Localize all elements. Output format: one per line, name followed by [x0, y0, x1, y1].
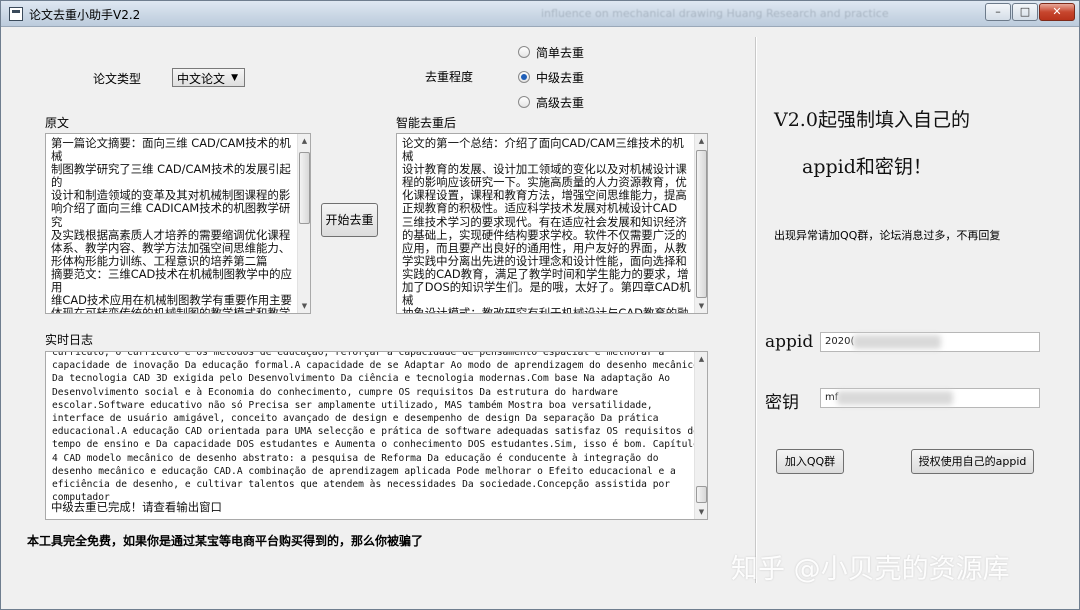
- radio-checked-icon: [518, 71, 530, 83]
- scroll-down-icon[interactable]: ▼: [696, 300, 707, 312]
- original-scrollbar[interactable]: ▲ ▼: [297, 134, 310, 313]
- redacted-blur: [853, 335, 941, 349]
- redacted-blur: [837, 391, 953, 405]
- headline-line-2: appid和密钥！: [802, 156, 932, 178]
- scroll-thumb[interactable]: [299, 152, 310, 224]
- join-qq-button[interactable]: 加入QQ群: [776, 449, 844, 474]
- log-text: currículo, o currículo e os métodos de e…: [52, 351, 699, 504]
- scroll-down-icon[interactable]: ▼: [299, 300, 310, 312]
- scroll-down-icon[interactable]: ▼: [696, 506, 707, 518]
- log-label: 实时日志: [45, 333, 94, 347]
- original-text: 第一篇论文摘要：面向三维 CAD/CAM技术的机械 制图教学研究了三维 CAD/…: [51, 136, 292, 314]
- radio-advanced-label: 高级去重: [536, 95, 585, 110]
- headline-line-1: V2.0起强制填入自己的: [774, 109, 970, 131]
- original-textarea[interactable]: 第一篇论文摘要：面向三维 CAD/CAM技术的机械 制图教学研究了三维 CAD/…: [45, 133, 311, 314]
- scroll-thumb[interactable]: [696, 150, 707, 298]
- appid-label: appid: [765, 332, 814, 352]
- dedup-level-label: 去重程度: [425, 70, 474, 84]
- smart-scrollbar[interactable]: ▲ ▼: [694, 134, 707, 313]
- radio-medium[interactable]: 中级去重: [518, 68, 584, 86]
- smart-label: 智能去重后: [396, 116, 457, 130]
- appid-value: 2020(: [825, 336, 855, 347]
- log-scrollbar[interactable]: ▲ ▼: [694, 352, 707, 519]
- start-dedup-button[interactable]: 开始去重: [321, 203, 378, 237]
- window-title: 论文去重小助手V2.2: [29, 8, 141, 22]
- radio-icon: [518, 46, 530, 58]
- paper-type-label: 论文类型: [93, 72, 142, 86]
- maximize-button[interactable]: □: [1012, 3, 1038, 21]
- paper-type-select[interactable]: 中文论文 ▼: [172, 68, 245, 87]
- app-icon: [9, 7, 23, 21]
- radio-simple-label: 简单去重: [536, 45, 585, 60]
- smart-textarea[interactable]: 论文的第一个总结：介绍了面向CAD/CAM三维技术的机械 设计教育的发展、设计加…: [396, 133, 708, 314]
- original-label: 原文: [45, 116, 70, 130]
- background-blur-text: influence on mechanical drawing Huang Re…: [541, 7, 889, 20]
- radio-advanced[interactable]: 高级去重: [518, 93, 584, 111]
- notice-text: 出现异常请加QQ群，论坛消息过多，不再回复: [774, 229, 1001, 242]
- radio-simple[interactable]: 简单去重: [518, 43, 584, 61]
- radio-icon: [518, 96, 530, 108]
- title-bar: 论文去重小助手V2.2 influence on mechanical draw…: [1, 1, 1079, 27]
- smart-text: 论文的第一个总结：介绍了面向CAD/CAM三维技术的机械 设计教育的发展、设计加…: [402, 136, 691, 314]
- scroll-thumb[interactable]: [696, 486, 707, 503]
- key-label: 密钥: [765, 393, 799, 413]
- chevron-down-icon: ▼: [231, 73, 238, 83]
- scroll-up-icon[interactable]: ▲: [696, 353, 707, 365]
- main-window: 论文去重小助手V2.2 influence on mechanical draw…: [0, 0, 1080, 610]
- paper-type-value: 中文论文: [177, 72, 226, 86]
- authorize-appid-button[interactable]: 授权使用自己的appid: [911, 449, 1034, 474]
- scroll-up-icon[interactable]: ▲: [696, 135, 707, 147]
- scroll-up-icon[interactable]: ▲: [299, 135, 310, 147]
- watermark-text: 知乎 @小贝壳的资源库: [731, 554, 1010, 585]
- minimize-button[interactable]: –: [985, 3, 1011, 21]
- close-button[interactable]: ✕: [1039, 3, 1075, 21]
- disclaimer-text: 本工具完全免费，如果你是通过某宝等电商平台购买得到的，那么你被骗了: [27, 534, 424, 548]
- log-done-text: 中级去重已完成！请查看输出窗口: [51, 500, 222, 514]
- radio-medium-label: 中级去重: [536, 70, 585, 85]
- panel-divider: [755, 37, 757, 583]
- log-textarea[interactable]: currículo, o currículo e os métodos de e…: [45, 351, 708, 520]
